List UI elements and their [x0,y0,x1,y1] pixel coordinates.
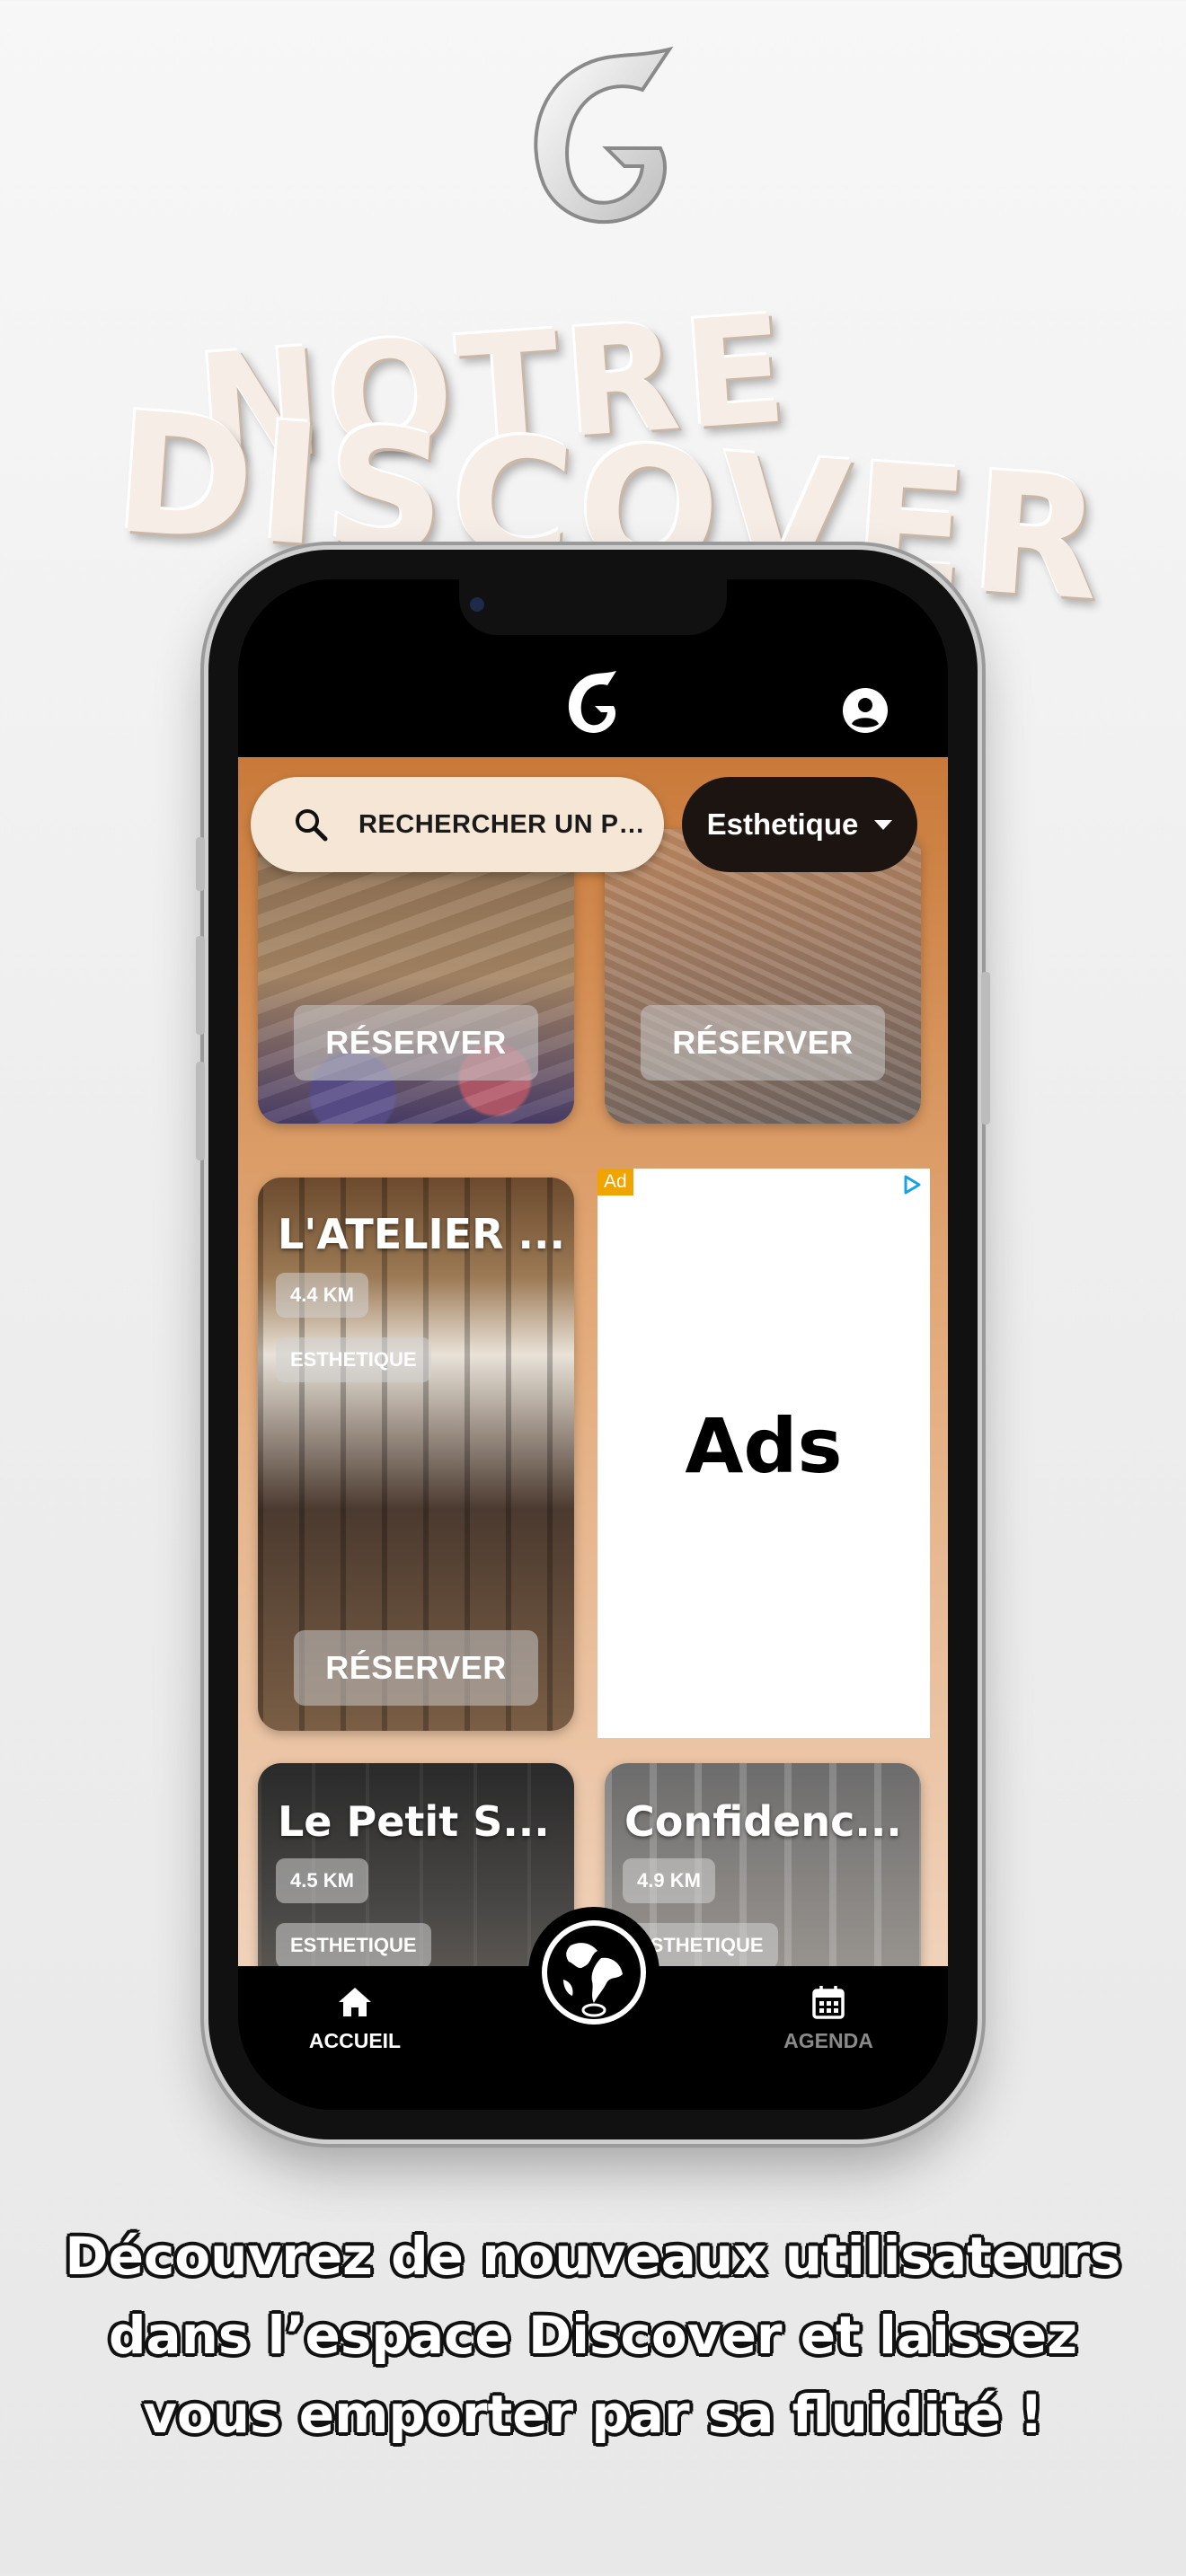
category-selected: Esthetique [706,807,859,841]
search-bar[interactable]: RECHERCHER UN PRESTATAI... [251,777,664,872]
ad-text: Ads [685,1402,843,1490]
ad-badge: Ad [597,1169,633,1195]
search-input[interactable]: RECHERCHER UN PRESTATAI... [358,810,655,840]
search-icon [296,809,328,842]
app-logo[interactable] [557,667,620,737]
nav-home-label: ACCUEIL [308,2029,402,2052]
category-dropdown[interactable]: Esthetique [682,777,917,872]
nav-home[interactable]: ACCUEIL [301,1982,409,2053]
phone-volume-up [196,936,205,1035]
globe-icon [542,1920,646,2025]
phone-volume-down [196,1062,205,1160]
phone-frame: RECHERCHER UN PRESTATAI... Esthetique RÉ… [196,550,990,2139]
nav-agenda-label: AGENDA [783,2029,873,2052]
reserve-button[interactable]: RÉSERVER [294,1630,538,1706]
provider-card[interactable]: RÉSERVER [605,829,921,1124]
distance-badge: 4.9 KM [623,1858,715,1903]
chevron-down-icon [874,819,893,830]
caption: Découvrez de nouveaux utilisateurs dans … [27,2217,1159,2454]
card-title: Confidenc... [624,1797,902,1846]
adchoices-icon[interactable] [901,1174,923,1195]
front-camera [470,597,484,612]
provider-card[interactable]: Le Petit S... 4.5 KM ESTHETIQUE [258,1763,574,1966]
caption-line2: dans l’espace Discover et laissez [108,2305,1077,2366]
provider-card[interactable]: RÉSERVER [258,829,574,1124]
brand-logo [534,46,674,225]
caption-line3: vous emporter par sa fluidité ! [143,2384,1043,2445]
nav-agenda[interactable]: AGENDA [774,1982,882,2053]
card-title: L'ATELIER ... [278,1210,565,1258]
discover-feed[interactable]: RECHERCHER UN PRESTATAI... Esthetique RÉ… [238,757,948,1966]
card-title: Le Petit S... [278,1797,550,1846]
reserve-button[interactable]: RÉSERVER [294,1005,538,1081]
distance-badge: 4.4 KM [276,1273,368,1318]
phone-screen: RECHERCHER UN PRESTATAI... Esthetique RÉ… [238,579,948,2110]
phone-mute-switch [196,837,205,891]
profile-icon[interactable] [842,687,889,734]
discover-button[interactable] [528,1907,659,2038]
distance-badge: 4.5 KM [276,1858,368,1903]
ad-banner[interactable]: Ad Ads [597,1169,930,1738]
notch [459,579,727,635]
phone-power-button [981,972,990,1125]
provider-card[interactable]: L'ATELIER ... 4.4 KM ESTHETIQUE RÉSERVER [258,1178,574,1731]
provider-card[interactable]: Confidenc... 4.9 KM ESTHETIQUE [605,1763,921,1966]
calendar-icon [812,1986,845,2019]
home-icon [339,1988,371,2016]
category-tag: ESTHETIQUE [276,1923,431,1966]
reserve-button[interactable]: RÉSERVER [641,1005,885,1081]
category-tag: ESTHETIQUE [276,1337,431,1382]
caption-line1: Découvrez de nouveaux utilisateurs [65,2226,1121,2287]
